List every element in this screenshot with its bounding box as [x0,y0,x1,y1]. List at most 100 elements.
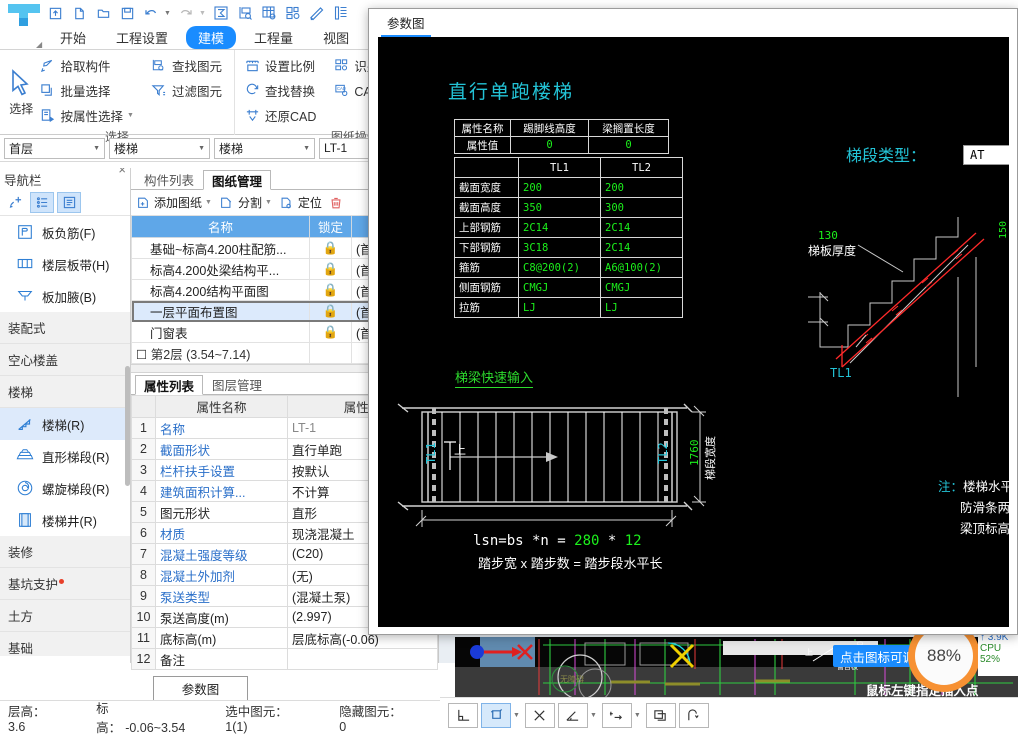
split-button[interactable]: 分割 ▼ [218,194,272,211]
nav-group-foundation[interactable]: 基础 [0,632,130,656]
undo-icon[interactable] [140,2,162,24]
cad-preview[interactable]: 直行单跑楼梯 属性名称 踢脚线高度 梁搁置长度 属性值 0 0 TL1 TL2 … [378,37,1009,627]
nav-item-stairwell[interactable]: 楼梯井(R) [0,504,130,536]
nav-item-slab-negative-rebar[interactable]: 板负筋(F) [0,216,130,248]
select-tool-button[interactable]: 选择 [6,53,37,128]
extension-snap-caret[interactable]: ▼ [634,712,641,719]
measure-icon[interactable] [306,2,328,24]
beam-tl1-value[interactable]: 2C14 [518,217,601,238]
nav-group-decoration[interactable]: 装修 [0,536,130,568]
split-caret[interactable]: ▼ [265,199,272,206]
beam-tl2-value[interactable]: 300 [600,197,683,218]
sum-icon[interactable] [210,2,232,24]
category-select[interactable]: 楼梯 ▼ [109,137,210,159]
beam-tl1-value[interactable]: C8@200(2) [518,257,601,278]
table-row[interactable]: 12 备注 [131,648,438,670]
beam-tl2-value[interactable]: 2C14 [600,237,683,258]
navigation-scrollbar[interactable] [125,366,130,486]
ortho-button[interactable] [448,703,478,728]
tab-layer-manager[interactable]: 图层管理 [203,374,271,394]
redo-icon[interactable] [175,2,197,24]
element-search-icon[interactable] [282,2,304,24]
ribbon-collapse-caret[interactable]: ◢ [36,40,42,49]
network-monitor[interactable]: ↑ 3.9K CPU 52% [978,630,1018,676]
undo-dropdown-caret[interactable]: ▼ [164,10,171,17]
beam-tl1-value[interactable]: LJ [518,297,601,318]
beam-tl1-value[interactable]: CMGJ [518,277,601,298]
tab-parameter-diagram[interactable]: 参数图 [381,10,431,37]
layer-icon[interactable] [330,2,352,24]
arc-snap-button[interactable] [678,703,709,728]
pick-element-button[interactable]: 拾取构件 [37,53,140,78]
detail-view-icon[interactable] [57,192,81,213]
new-file-icon[interactable] [68,2,90,24]
angle-snap-button[interactable] [557,703,588,728]
attr-value-skirting[interactable]: 0 [510,136,589,154]
find-replace-button[interactable]: 查找替换 [241,78,322,103]
batch-select-button[interactable]: 批量选择 [37,78,140,103]
add-drawing-button[interactable]: 添加图纸 ▼ [134,194,212,211]
subcategory-select[interactable]: 楼梯 ▼ [214,137,315,159]
tab-modeling[interactable]: 建模 [186,26,237,49]
tab-view[interactable]: 视图 [311,26,361,49]
tab-project-settings[interactable]: 工程设置 [104,26,180,49]
list-view-icon[interactable] [30,192,54,213]
parameter-diagram-button[interactable]: 参数图 [153,675,248,701]
filter-element-button[interactable]: 过滤图元 [148,78,228,103]
table-search-icon[interactable] [258,2,280,24]
nav-item-straight-flight[interactable]: 直形梯段(R) [0,440,130,472]
restore-cad-button[interactable]: 还原CAD [241,103,322,128]
tab-quantity[interactable]: 工程量 [242,26,305,49]
lock-icon[interactable]: 🔒 [309,321,352,343]
delete-drawing-button[interactable] [328,194,348,211]
beam-tl2-value[interactable]: 2C14 [600,217,683,238]
object-snap-caret[interactable]: ▼ [513,712,520,719]
lock-icon[interactable]: 🔒 [309,279,352,301]
close-icon[interactable]: × [118,168,126,177]
navigation-list[interactable]: 板负筋(F) 楼层板带(H) 板加腋(B) 装配式 空心楼盖 楼梯 楼梯(R) … [0,216,130,656]
nav-item-spiral-flight[interactable]: 螺旋梯段(R) [0,472,130,504]
nav-group-earthwork[interactable]: 土方 [0,600,130,632]
property-value[interactable] [287,648,438,670]
select-by-property-button[interactable]: 按属性选择 ▼ [37,103,140,128]
beam-tl1-value[interactable]: 3C18 [518,237,601,258]
intersection-snap-button[interactable] [524,703,555,728]
beam-parameter-table[interactable]: TL1 TL2 截面宽度 200 200 截面高度 350 300 上部钢筋 2C14 2C… [454,157,683,318]
extension-snap-button[interactable] [601,703,632,728]
beam-tl2-value[interactable]: LJ [600,297,683,318]
tab-component-list[interactable]: 构件列表 [135,169,203,189]
upload-icon[interactable] [44,2,66,24]
open-folder-icon[interactable] [92,2,114,24]
lock-icon[interactable]: 🔒 [309,300,352,322]
attr-value-beam-rest[interactable]: 0 [588,136,669,154]
attribute-table[interactable]: 属性名称 踢脚线高度 梁搁置长度 属性值 0 0 [454,119,669,154]
nav-group-prefab[interactable]: 装配式 [0,312,130,344]
nav-item-stair[interactable]: 楼梯(R) [0,408,130,440]
nav-group-hollow-floor[interactable]: 空心楼盖 [0,344,130,376]
tab-start[interactable]: 开始 [48,26,98,49]
redo-dropdown-caret[interactable]: ▼ [199,10,206,17]
add-drawing-caret[interactable]: ▼ [205,199,212,206]
lock-icon[interactable]: 🔒 [309,237,352,259]
tab-property-list[interactable]: 属性列表 [135,375,204,395]
beam-tl2-value[interactable]: A6@100(2) [600,257,683,278]
select-by-property-caret[interactable]: ▼ [127,112,134,119]
quick-input-link[interactable]: 梯梁快速输入 [455,367,534,388]
nav-item-slab-haunch[interactable]: 板加腋(B) [0,280,130,312]
angle-snap-caret[interactable]: ▼ [590,712,597,719]
locate-button[interactable]: 定位 [278,194,322,211]
tab-drawing-manager[interactable]: 图纸管理 [203,170,272,190]
set-scale-button[interactable]: 设置比例 [241,53,322,78]
add-icon[interactable] [3,192,27,213]
object-snap-button[interactable] [481,703,511,728]
beam-tl2-value[interactable]: 200 [600,177,683,198]
floor-select[interactable]: 首层 ▼ [4,137,105,159]
beam-tl1-value[interactable]: 350 [518,197,601,218]
beam-tl2-value[interactable]: CMGJ [600,277,683,298]
step-type-input[interactable]: AT [963,145,1009,165]
save-icon[interactable] [116,2,138,24]
report-search-icon[interactable] [234,2,256,24]
beam-tl1-value[interactable]: 200 [518,177,601,198]
lock-icon[interactable]: 🔒 [309,258,352,280]
nav-group-pit-support[interactable]: 基坑支护 [0,568,130,600]
